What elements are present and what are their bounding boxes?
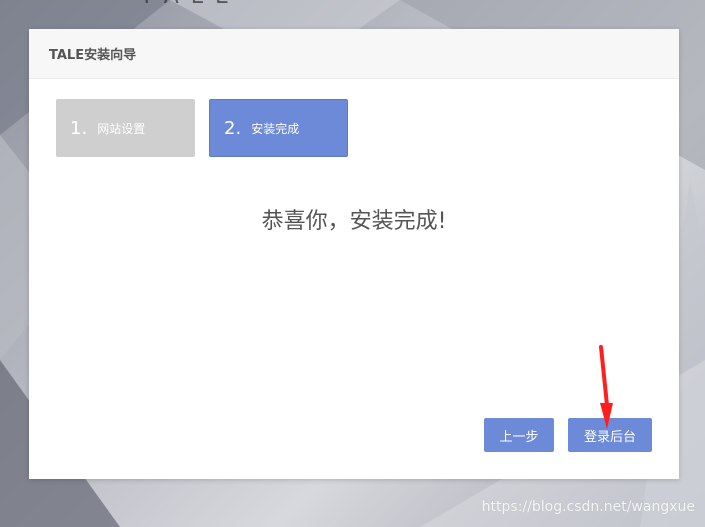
previous-step-button[interactable]: 上一步 [484, 418, 554, 452]
red-arrow-annotation [599, 345, 613, 429]
step-install-complete[interactable]: 2. 安装完成 [209, 99, 348, 157]
watermark-url: https://blog.csdn.net/wangxue [481, 499, 695, 515]
install-wizard-panel: TALE安装向导 1. 网站设置 2. 安装完成 恭喜你，安装完成! 上一步 登… [29, 29, 679, 479]
step-label: 网站设置 [97, 121, 146, 136]
arrow-head-icon [600, 403, 613, 429]
step-label: 安装完成 [251, 121, 300, 136]
step-number: 1. [70, 117, 88, 139]
step-number: 2. [224, 117, 242, 139]
wizard-steps: 1. 网站设置 2. 安装完成 [56, 99, 348, 157]
page-top-ghost-text: TALE [140, 0, 570, 12]
step-site-settings[interactable]: 1. 网站设置 [56, 99, 195, 157]
success-message: 恭喜你，安装完成! [261, 209, 447, 234]
arrow-stem-icon [599, 345, 609, 407]
panel-header: TALE安装向导 [29, 29, 679, 79]
panel-title: TALE安装向导 [49, 48, 137, 63]
